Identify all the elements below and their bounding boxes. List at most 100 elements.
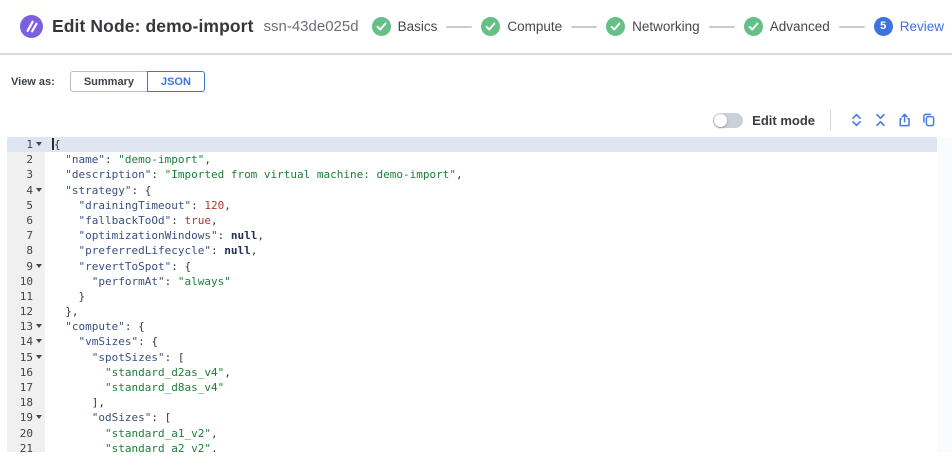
code-content[interactable]: "name": "demo-import", — [45, 152, 211, 167]
code-content[interactable]: "performAt": "always" — [45, 274, 231, 289]
editor-line[interactable]: 2 "name": "demo-import", — [0, 152, 937, 167]
line-number: 6 — [0, 213, 45, 228]
copy-icon[interactable] — [920, 112, 936, 128]
collapse-all-icon[interactable] — [872, 112, 888, 128]
code-content[interactable]: }, — [45, 304, 79, 319]
line-number: 8 — [0, 243, 45, 258]
step-check-icon — [606, 17, 625, 36]
step-networking[interactable]: Networking — [606, 17, 700, 36]
wizard-stepper: Basics Compute Networking Advanced 5Review — [372, 0, 944, 53]
json-code-editor[interactable]: 1{2 "name": "demo-import",3 "description… — [0, 137, 952, 452]
code-content[interactable]: "revertToSpot": { — [45, 259, 191, 274]
code-content[interactable]: "description": "Imported from virtual ma… — [45, 167, 463, 182]
code-content[interactable]: "standard_a2_v2", — [45, 441, 218, 452]
editor-line[interactable]: 12 }, — [0, 304, 937, 319]
line-number: 5 — [0, 198, 45, 213]
code-content[interactable]: "optimizationWindows": null, — [45, 228, 264, 243]
spot-logo-icon — [20, 15, 43, 38]
code-content[interactable]: "spotSizes": [ — [45, 350, 184, 365]
line-number: 14 — [0, 334, 45, 349]
editor-line[interactable]: 9 "revertToSpot": { — [0, 259, 937, 274]
code-content[interactable]: "odSizes": [ — [45, 410, 171, 425]
line-number: 4 — [0, 183, 45, 198]
editor-line[interactable]: 8 "preferredLifecycle": null, — [0, 243, 937, 258]
edit-mode-toggle[interactable] — [713, 113, 743, 128]
fold-toggle-icon[interactable] — [36, 339, 42, 343]
line-number: 16 — [0, 365, 45, 380]
line-number: 2 — [0, 152, 45, 167]
step-advanced[interactable]: Advanced — [744, 17, 830, 36]
editor-line[interactable]: 20 "standard_a1_v2", — [0, 426, 937, 441]
step-number-badge: 5 — [874, 17, 893, 36]
expand-all-icon[interactable] — [848, 112, 864, 128]
code-content[interactable]: ], — [45, 395, 105, 410]
step-compute[interactable]: Compute — [481, 17, 562, 36]
editor-line[interactable]: 13 "compute": { — [0, 319, 937, 334]
step-label: Advanced — [770, 19, 830, 34]
code-content[interactable]: "compute": { — [45, 319, 145, 334]
code-content[interactable]: } — [45, 289, 85, 304]
fold-toggle-icon[interactable] — [36, 188, 42, 192]
editor-line[interactable]: 3 "description": "Imported from virtual … — [0, 167, 937, 182]
editor-line[interactable]: 6 "fallbackToOd": true, — [0, 213, 937, 228]
json-tab-button[interactable]: JSON — [147, 71, 205, 92]
step-label: Networking — [632, 19, 700, 34]
code-content[interactable]: "fallbackToOd": true, — [45, 213, 218, 228]
editor-line[interactable]: 1{ — [0, 137, 937, 152]
step-basics[interactable]: Basics — [372, 17, 438, 36]
fold-toggle-icon[interactable] — [36, 264, 42, 268]
editor-line[interactable]: 19 "odSizes": [ — [0, 410, 937, 425]
code-content[interactable]: "drainingTimeout": 120, — [45, 198, 231, 213]
step-connector — [839, 26, 865, 28]
fold-toggle-icon[interactable] — [36, 355, 42, 359]
fold-toggle-icon[interactable] — [36, 324, 42, 328]
line-number: 10 — [0, 274, 45, 289]
step-check-icon — [481, 17, 500, 36]
line-number: 17 — [0, 380, 45, 395]
edit-mode-label: Edit mode — [752, 113, 815, 128]
app-header: Edit Node: demo-import ssn-43de025d Basi… — [0, 0, 952, 55]
step-label: Compute — [507, 19, 562, 34]
line-number: 1 — [0, 137, 45, 152]
view-as-label: View as: — [11, 76, 55, 88]
step-check-icon — [744, 17, 763, 36]
header-title-group: Edit Node: demo-import ssn-43de025d — [20, 0, 359, 53]
editor-line[interactable]: 18 ], — [0, 395, 937, 410]
line-number: 7 — [0, 228, 45, 243]
step-check-icon — [372, 17, 391, 36]
line-number: 19 — [0, 410, 45, 425]
line-number: 13 — [0, 319, 45, 334]
toolbar-divider — [830, 110, 831, 130]
code-content[interactable]: { — [45, 137, 61, 152]
editor-line[interactable]: 16 "standard_d2as_v4", — [0, 365, 937, 380]
editor-line[interactable]: 5 "drainingTimeout": 120, — [0, 198, 937, 213]
editor-line[interactable]: 21 "standard_a2_v2", — [0, 441, 937, 452]
fold-toggle-icon[interactable] — [36, 142, 42, 146]
code-content[interactable]: "strategy": { — [45, 183, 151, 198]
code-content[interactable]: "vmSizes": { — [45, 334, 158, 349]
code-content[interactable]: "standard_d2as_v4", — [45, 365, 231, 380]
fold-toggle-icon[interactable] — [36, 415, 42, 419]
view-as-row: View as: Summary JSON — [11, 71, 205, 92]
code-content[interactable]: "standard_a1_v2", — [45, 426, 218, 441]
editor-line[interactable]: 11 } — [0, 289, 937, 304]
line-number: 9 — [0, 259, 45, 274]
editor-line[interactable]: 15 "spotSizes": [ — [0, 350, 937, 365]
step-connector — [571, 26, 597, 28]
page-title: Edit Node: demo-import — [52, 16, 254, 37]
line-number: 11 — [0, 289, 45, 304]
line-number: 21 — [0, 441, 45, 452]
editor-toolbar: Edit mode — [713, 107, 940, 133]
editor-line[interactable]: 17 "standard_d8as_v4" — [0, 380, 937, 395]
code-content[interactable]: "standard_d8as_v4" — [45, 380, 224, 395]
editor-line[interactable]: 7 "optimizationWindows": null, — [0, 228, 937, 243]
editor-line[interactable]: 14 "vmSizes": { — [0, 334, 937, 349]
step-connector — [709, 26, 735, 28]
code-content[interactable]: "preferredLifecycle": null, — [45, 243, 257, 258]
export-icon[interactable] — [896, 112, 912, 128]
editor-line[interactable]: 4 "strategy": { — [0, 183, 937, 198]
summary-tab-button[interactable]: Summary — [70, 71, 148, 92]
editor-line[interactable]: 10 "performAt": "always" — [0, 274, 937, 289]
step-review[interactable]: 5Review — [874, 17, 944, 36]
line-number: 3 — [0, 167, 45, 182]
